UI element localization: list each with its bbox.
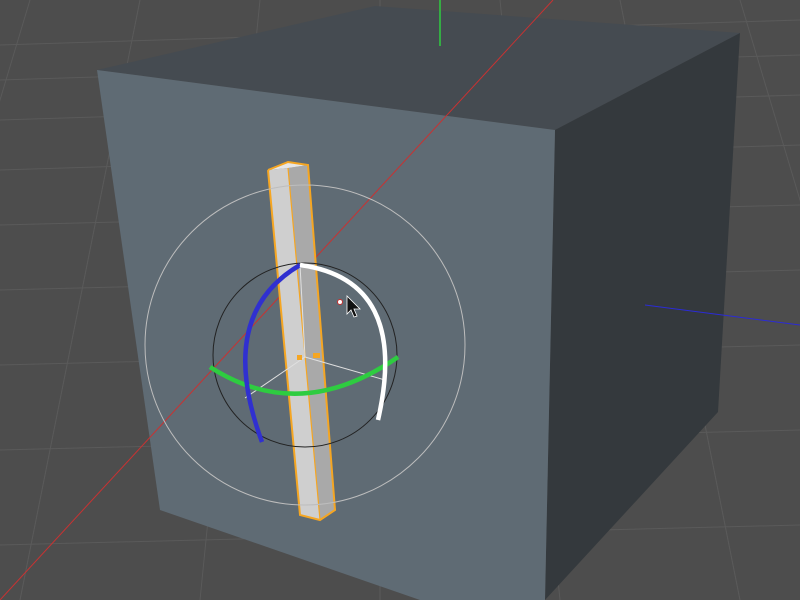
cube-front-face [97,70,555,600]
cube-object[interactable] [97,6,740,600]
gizmo-pivot-marker [297,355,302,360]
viewport-canvas[interactable] [0,0,800,600]
gizmo-drag-point [337,299,343,305]
gizmo-pivot-handle[interactable] [313,353,320,358]
3d-viewport[interactable] [0,0,800,600]
